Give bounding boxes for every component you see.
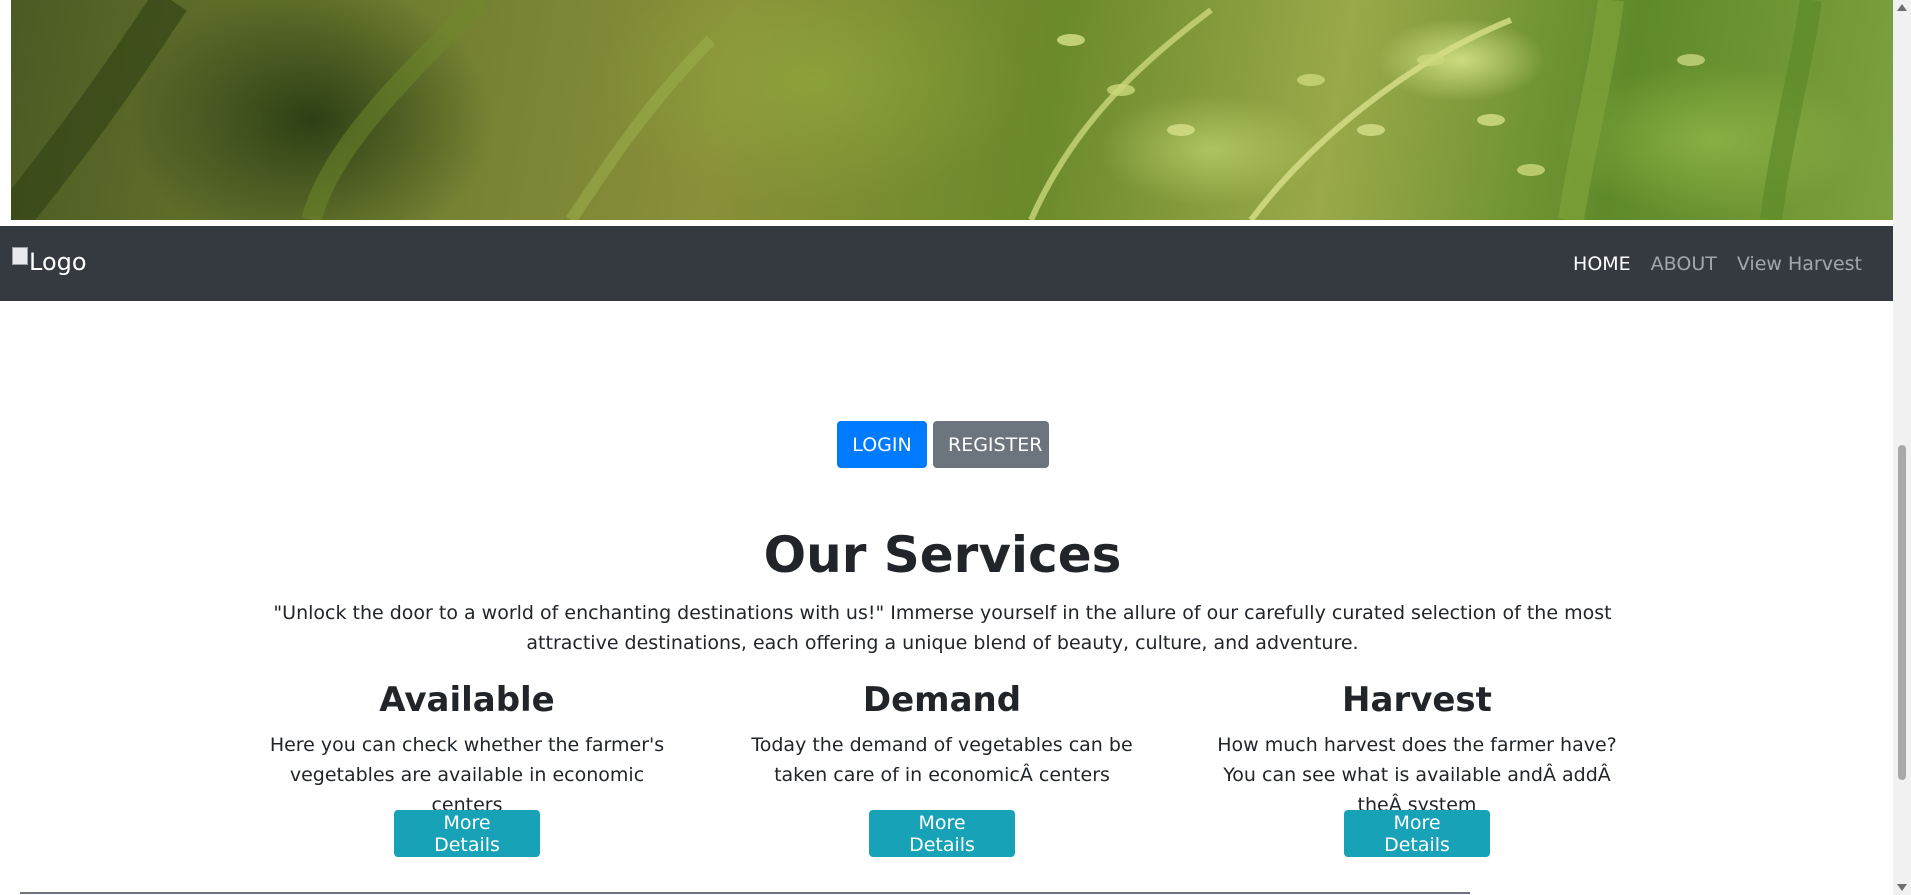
vertical-scrollbar[interactable] [1893,0,1911,895]
register-button[interactable]: REGISTER [933,421,1049,468]
navbar-brand[interactable]: Logo [12,247,87,276]
service-card-text: Here you can check whether the farmer's … [269,734,665,816]
service-card-harvest: Harvest How much harvest does the farmer… [1207,676,1627,857]
service-card-title: Available [379,680,555,720]
nav-link-view-harvest[interactable]: View Harvest [1737,253,1862,275]
more-details-button[interactable]: More Details [394,810,540,857]
login-button[interactable]: LOGIN [837,421,927,468]
nav-link-about[interactable]: ABOUT [1651,253,1717,275]
services-description: "Unlock the door to a world of enchantin… [273,602,1612,654]
rice-plants-illustration [11,0,1822,220]
service-card-text: How much harvest does the farmer have? Y… [1217,734,1617,816]
broken-image-icon [12,247,28,265]
more-details-button[interactable]: More Details [869,810,1015,857]
service-card-available: Available Here you can check whether the… [257,676,677,857]
scrollbar-thumb[interactable] [1898,445,1906,780]
service-card-text: Today the demand of vegetables can be ta… [751,734,1133,786]
nav-link-home[interactable]: HOME [1573,253,1631,275]
section-divider [20,892,1470,894]
page: Logo HOME ABOUT View Harvest LOGIN REGIS… [0,0,1911,895]
scroll-up-arrow-icon[interactable] [1897,4,1907,11]
hero-banner-image [11,0,1893,220]
service-card-title: Harvest [1342,680,1492,720]
service-card-demand: Demand Today the demand of vegetables ca… [732,676,1152,857]
service-card-title: Demand [862,680,1022,720]
top-navbar: Logo HOME ABOUT View Harvest [0,226,1893,301]
services-title: Our Services [763,526,1122,584]
logo-alt-text: Logo [29,248,87,276]
scroll-down-arrow-icon[interactable] [1897,884,1907,891]
nav-links: HOME ABOUT View Harvest [1573,226,1862,301]
more-details-button[interactable]: More Details [1344,810,1490,857]
auth-buttons: LOGIN REGISTER [837,421,1049,468]
